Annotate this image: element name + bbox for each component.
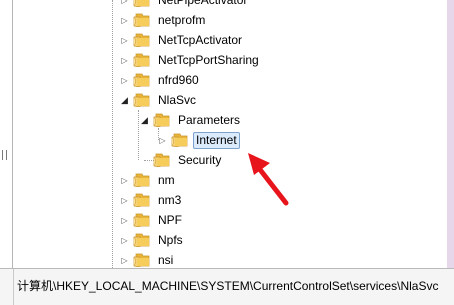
tree-item-label: NlaSvc: [158, 92, 197, 107]
tree-item-parameters[interactable]: ◢ Parameters: [140, 110, 243, 130]
tree-item-label: nfrd960: [158, 72, 199, 87]
tree-guide-line: [138, 110, 139, 160]
tree-item-netpipeactivator[interactable]: ▷ NetPipeActivator: [120, 0, 250, 10]
tree-item-internet[interactable]: ▷ Internet: [158, 130, 240, 150]
red-arrow-icon: [248, 153, 289, 206]
splitter-grip[interactable]: [2, 150, 7, 160]
tree-item-netprofm[interactable]: ▷ netprofm: [120, 10, 208, 30]
collapse-arrow-icon[interactable]: ◢: [140, 114, 149, 126]
folder-icon: [153, 153, 170, 167]
navigation-pane-edge: [0, 0, 13, 268]
tree-item-label: nm: [158, 172, 175, 187]
tree-item-label: NetTcpPortSharing: [158, 52, 259, 67]
expand-arrow-icon[interactable]: ▷: [120, 254, 129, 266]
tree-item-label: Security: [178, 152, 222, 167]
folder-icon: [133, 13, 150, 27]
tree-item-label: nm3: [158, 192, 182, 207]
folder-icon: [133, 233, 150, 247]
registry-tree[interactable]: ▷ NetPipeActivator ▷ netprofm ▷ NetTcpAc…: [13, 0, 447, 268]
tree-item-nlasvc[interactable]: ◢ NlaSvc: [120, 90, 199, 110]
folder-open-icon: [133, 93, 150, 107]
folder-icon: [171, 133, 188, 147]
expand-arrow-icon[interactable]: ▷: [120, 194, 129, 206]
expand-arrow-icon[interactable]: ▷: [120, 234, 129, 246]
tree-item-label: Internet: [193, 131, 240, 149]
tree-item-nm3[interactable]: ▷ nm3: [120, 190, 184, 210]
tree-item-label: NPF: [158, 212, 182, 227]
folder-icon: [133, 33, 150, 47]
expand-arrow-icon[interactable]: ▷: [120, 214, 129, 226]
folder-icon: [133, 173, 150, 187]
tree-item-npf[interactable]: ▷ NPF: [120, 210, 185, 230]
tree-item-nettcpportsharing[interactable]: ▷ NetTcpPortSharing: [120, 50, 262, 70]
tree-item-nettcpactivator[interactable]: ▷ NetTcpActivator: [120, 30, 245, 50]
tree-item-label: netprofm: [158, 12, 206, 27]
expand-arrow-icon[interactable]: ▷: [120, 54, 129, 66]
tree-item-npfs[interactable]: ▷ Npfs: [120, 230, 186, 250]
folder-icon: [133, 253, 150, 267]
status-bar-divider: [13, 269, 14, 305]
tree-item-label: NetTcpActivator: [158, 32, 243, 47]
tree-item-label: Npfs: [158, 232, 183, 247]
folder-icon: [133, 0, 150, 7]
expand-arrow-icon[interactable]: ▷: [158, 134, 167, 146]
tree-item-nm[interactable]: ▷ nm: [120, 170, 178, 190]
folder-open-icon: [153, 113, 170, 127]
tree-item-label: nsi: [158, 252, 174, 267]
tree-item-nfrd960[interactable]: ▷ nfrd960: [120, 70, 202, 90]
tree-item-security[interactable]: Security: [153, 150, 224, 170]
registry-path: 计算机\HKEY_LOCAL_MACHINE\SYSTEM\CurrentCon…: [17, 279, 439, 293]
collapse-arrow-icon[interactable]: ◢: [120, 94, 129, 106]
folder-icon: [133, 193, 150, 207]
tree-item-label: NetPipeActivator: [155, 0, 250, 9]
expand-arrow-icon[interactable]: ▷: [120, 74, 129, 86]
expand-arrow-icon[interactable]: ▷: [120, 34, 129, 46]
folder-icon: [133, 53, 150, 67]
folder-icon: [133, 213, 150, 227]
expand-arrow-icon[interactable]: ▷: [120, 14, 129, 26]
tree-item-label: Parameters: [178, 112, 241, 127]
folder-icon: [133, 73, 150, 87]
status-bar: 计算机\HKEY_LOCAL_MACHINE\SYSTEM\CurrentCon…: [0, 268, 454, 305]
tree-item-nsi[interactable]: ▷ nsi: [120, 250, 176, 268]
expand-arrow-icon[interactable]: ▷: [120, 174, 129, 186]
tree-guide-line: [112, 0, 113, 268]
expand-arrow-icon[interactable]: ▷: [120, 0, 129, 6]
